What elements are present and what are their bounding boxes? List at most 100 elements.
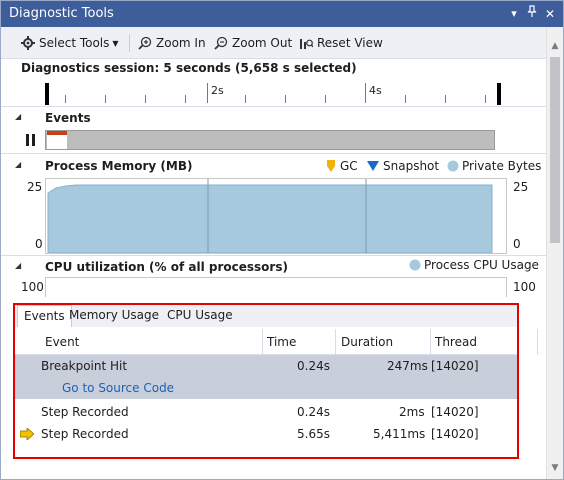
ruler-tick <box>185 95 186 103</box>
column-divider[interactable] <box>537 329 538 355</box>
ruler-tick-major <box>207 83 208 103</box>
event-duration: 5,411ms <box>373 427 426 441</box>
events-timeline[interactable] <box>45 130 495 150</box>
events-selection-gap <box>47 135 67 149</box>
ruler-tick <box>485 95 486 103</box>
column-divider[interactable] <box>335 329 336 355</box>
reset-view-icon <box>300 39 313 49</box>
legend-cpu-label: Process CPU Usage <box>424 258 539 272</box>
ruler-tick <box>285 95 286 103</box>
legend-snapshot: Snapshot <box>367 159 439 173</box>
zoom-out-icon <box>214 36 228 50</box>
window-title: Diagnostic Tools <box>9 6 114 21</box>
table-row[interactable]: Step Recorded 0.24s 2ms [14020] <box>15 401 517 423</box>
column-divider[interactable] <box>430 329 431 355</box>
tab-cpu-usage[interactable]: CPU Usage <box>161 305 239 327</box>
legend-private-bytes: Private Bytes <box>447 159 541 173</box>
ruler-tick <box>445 95 446 103</box>
scroll-down-icon[interactable]: ▼ <box>550 463 560 473</box>
pin-icon[interactable] <box>524 5 540 23</box>
legend-gc-label: GC <box>340 159 358 173</box>
divider <box>1 255 546 256</box>
snapshot-marker-icon <box>367 161 379 171</box>
memory-y-max-left: 25 <box>27 180 43 194</box>
event-time: 0.24s <box>297 405 330 419</box>
ruler-tick <box>325 95 326 103</box>
event-name: Step Recorded <box>41 427 129 441</box>
selection-end-marker[interactable] <box>497 83 501 105</box>
title-bar: Diagnostic Tools ▾ ✕ <box>1 1 563 27</box>
diagnostic-tools-window: Diagnostic Tools ▾ ✕ Select Tools ▼ Zoom… <box>0 0 564 480</box>
vertical-scrollbar[interactable]: ▲ ▼ <box>546 27 563 479</box>
ruler-label-2s: 2s <box>211 84 224 97</box>
cpu-section-title: CPU utilization (% of all processors) <box>45 260 288 274</box>
gear-icon <box>21 36 35 50</box>
cpu-y-max-left: 100 <box>21 280 44 294</box>
legend-private-bytes-label: Private Bytes <box>462 159 542 173</box>
events-section-header[interactable]: ◢ Events <box>1 108 546 128</box>
gc-marker-icon <box>327 160 335 172</box>
zoom-out-label: Zoom Out <box>232 36 293 50</box>
collapse-icon[interactable]: ◢ <box>15 160 21 169</box>
memory-section-title: Process Memory (MB) <box>45 159 193 173</box>
cpu-chart[interactable] <box>45 277 507 297</box>
ruler-label-4s: 4s <box>369 84 382 97</box>
collapse-icon[interactable]: ◢ <box>15 261 21 270</box>
divider <box>1 106 546 107</box>
memory-chart[interactable] <box>45 178 507 254</box>
reset-view-label: Reset View <box>317 36 383 50</box>
close-icon[interactable]: ✕ <box>542 5 558 23</box>
chevron-down-icon: ▼ <box>112 38 119 48</box>
ruler-tick <box>405 95 406 103</box>
details-tab-bar: Events Memory Usage CPU Usage <box>15 305 517 327</box>
legend-cpu: Process CPU Usage <box>409 258 539 272</box>
window-menu-icon[interactable]: ▾ <box>506 5 522 23</box>
timeline-ruler[interactable]: 2s 4s <box>45 81 502 105</box>
events-details-panel: Events Memory Usage CPU Usage Event Time… <box>13 303 538 459</box>
memory-y-min-right: 0 <box>513 237 521 251</box>
cpu-usage-dot-icon <box>409 259 421 271</box>
go-to-source-link[interactable]: Go to Source Code <box>62 381 174 395</box>
ruler-tick <box>245 95 246 103</box>
event-thread: [14020] <box>431 427 479 441</box>
pause-button[interactable] <box>25 134 37 148</box>
event-duration: 2ms <box>399 405 425 419</box>
scrollbar-thumb[interactable] <box>550 57 560 243</box>
event-thread: [14020] <box>431 405 479 419</box>
cpu-y-max-right: 100 <box>513 280 536 294</box>
selection-start-marker[interactable] <box>45 83 49 105</box>
legend-gc: GC <box>327 159 358 173</box>
events-table-header: Event Time Duration Thread <box>15 329 538 355</box>
event-thread: [14020] <box>431 359 479 373</box>
table-row-selected[interactable]: Breakpoint Hit 0.24s 247ms [14020] Go to… <box>15 355 517 399</box>
memory-y-max-right: 25 <box>513 180 529 194</box>
toolbar: Select Tools ▼ Zoom In Zoom Out Reset Vi… <box>1 27 546 59</box>
current-step-arrow-icon <box>20 428 34 440</box>
event-name: Breakpoint Hit <box>41 359 128 373</box>
events-section-title: Events <box>45 111 91 125</box>
pause-icon <box>32 134 35 146</box>
column-header-event[interactable]: Event <box>45 335 79 349</box>
zoom-in-button[interactable]: Zoom In <box>138 33 206 53</box>
zoom-out-button[interactable]: Zoom Out <box>214 33 292 53</box>
memory-y-min-left: 0 <box>35 237 43 251</box>
table-row[interactable]: Step Recorded 5.65s 5,411ms [14020] <box>15 423 517 445</box>
reset-view-button[interactable]: Reset View <box>299 33 383 53</box>
select-tools-button[interactable]: Select Tools ▼ <box>21 33 119 53</box>
toolbar-divider <box>129 34 130 52</box>
event-time: 0.24s <box>297 359 330 373</box>
ruler-tick-major <box>365 83 366 103</box>
pause-icon <box>26 134 29 146</box>
column-header-time[interactable]: Time <box>267 335 296 349</box>
event-time: 5.65s <box>297 427 330 441</box>
scroll-up-icon[interactable]: ▲ <box>550 41 560 51</box>
ruler-tick <box>145 95 146 103</box>
tab-memory-usage[interactable]: Memory Usage <box>63 305 165 327</box>
column-divider[interactable] <box>262 329 263 355</box>
zoom-in-icon <box>138 36 152 50</box>
collapse-icon[interactable]: ◢ <box>15 112 21 121</box>
column-header-thread[interactable]: Thread <box>435 335 477 349</box>
zoom-in-label: Zoom In <box>156 36 206 50</box>
column-header-duration[interactable]: Duration <box>341 335 393 349</box>
divider <box>1 153 546 154</box>
